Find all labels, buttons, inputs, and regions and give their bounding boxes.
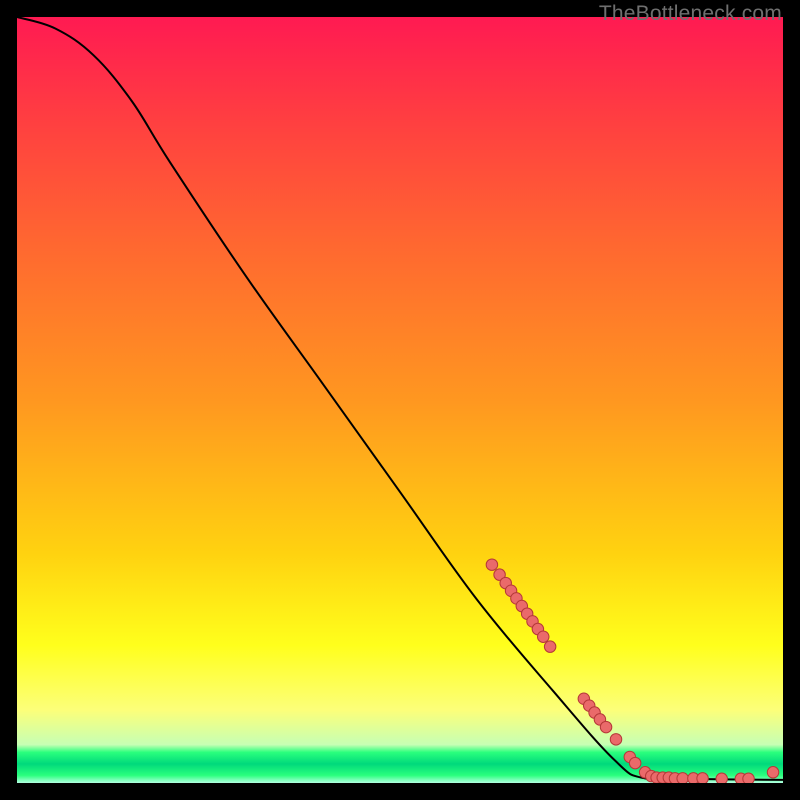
chart-marker — [767, 767, 778, 778]
chart-marker — [486, 559, 497, 570]
chart-overlay — [17, 17, 783, 783]
chart-marker — [610, 734, 621, 745]
chart-marker — [743, 773, 754, 783]
chart-marker — [697, 773, 708, 783]
chart-marker — [600, 721, 611, 732]
chart-frame — [17, 17, 783, 783]
chart-marker — [537, 631, 548, 642]
chart-marker — [629, 757, 640, 768]
chart-marker — [677, 773, 688, 783]
chart-curve — [17, 17, 783, 780]
chart-marker — [716, 773, 727, 783]
chart-marker — [544, 641, 555, 652]
chart-markers — [486, 559, 779, 783]
watermark-text: TheBottleneck.com — [599, 2, 782, 26]
